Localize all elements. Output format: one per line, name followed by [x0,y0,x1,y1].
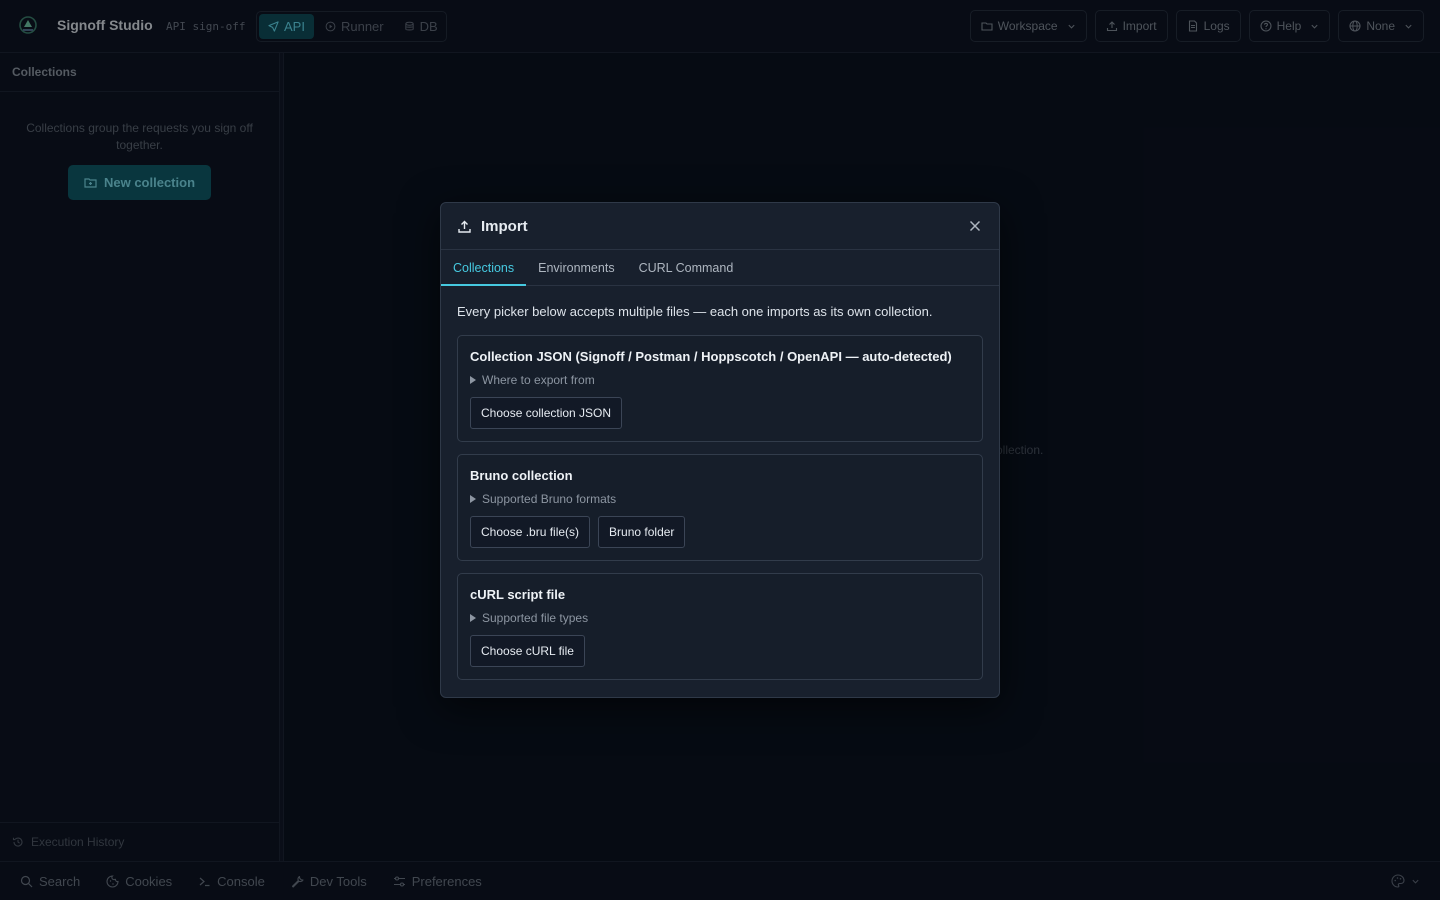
bruno-collection-card: Bruno collection Supported Bruno formats… [457,454,983,561]
upload-icon [458,220,471,233]
modal-intro: Every picker below accepts multiple file… [457,304,933,319]
tab-curl-command[interactable]: CURL Command [627,250,746,285]
card-title: Collection JSON (Signoff / Postman / Hop… [470,349,952,364]
tab-collections[interactable]: Collections [441,250,527,286]
bruno-folder-button[interactable]: Bruno folder [598,516,686,548]
tab-environments[interactable]: Environments [526,250,626,285]
card-title: Bruno collection [470,468,573,483]
details-label: Where to export from [482,373,595,387]
export-details-toggle[interactable]: Where to export from [470,373,970,387]
button-row: Choose .bru file(s) Bruno folder [470,516,970,548]
choose-collection-json-button[interactable]: Choose collection JSON [470,397,623,429]
triangle-right-icon [470,614,476,622]
collection-json-card: Collection JSON (Signoff / Postman / Hop… [457,335,983,442]
details-label: Supported file types [482,611,589,625]
details-label: Supported Bruno formats [482,492,617,506]
import-modal: Import Collections Environments CURL Com… [440,202,1000,698]
button-row: Choose collection JSON [470,397,970,429]
triangle-right-icon [470,376,476,384]
close-icon[interactable] [968,219,982,233]
triangle-right-icon [470,495,476,503]
modal-title: Import [481,217,528,235]
modal-tabs: Collections Environments CURL Command [441,250,999,286]
bruno-formats-toggle[interactable]: Supported Bruno formats [470,492,970,506]
file-types-toggle[interactable]: Supported file types [470,611,970,625]
card-title: cURL script file [470,587,566,602]
choose-curl-file-button[interactable]: Choose cURL file [470,635,585,667]
choose-bru-files-button[interactable]: Choose .bru file(s) [470,516,591,548]
modal-body: Every picker below accepts multiple file… [441,286,999,680]
button-row: Choose cURL file [470,635,970,667]
curl-script-card: cURL script file Supported file types Ch… [457,573,983,680]
modal-header: Import [441,203,999,250]
